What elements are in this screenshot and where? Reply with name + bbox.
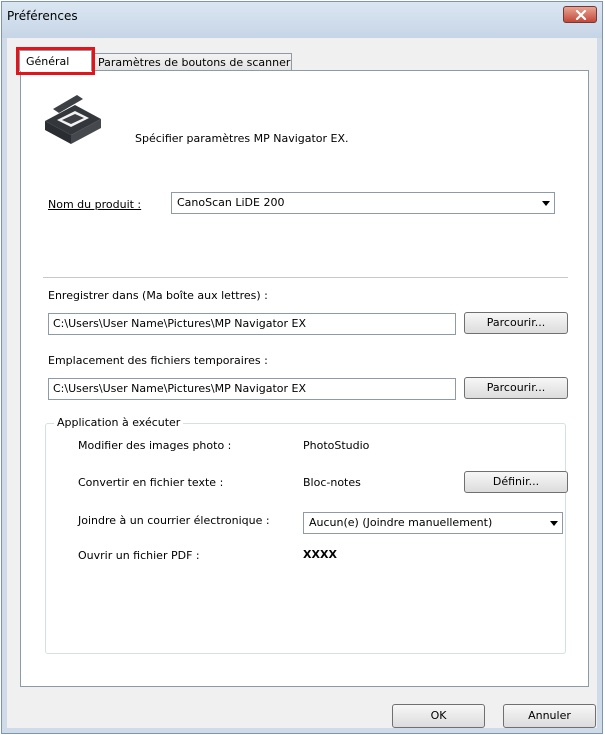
separator: [43, 277, 568, 279]
preferences-window: Préférences Général Paramètres de bouton…: [1, 1, 603, 734]
open-pdf-value: XXXX: [303, 548, 337, 561]
general-tab-panel: Spécifier paramètres MP Navigator EX. No…: [20, 70, 589, 687]
temp-location-label: Emplacement des fichiers temporaires :: [48, 354, 268, 367]
temp-location-field[interactable]: C:\Users\User Name\Pictures\MP Navigator…: [48, 378, 456, 400]
product-select-value: CanoScan LiDE 200: [177, 196, 285, 209]
apps-group-title: Application à exécuter: [54, 416, 184, 429]
convert-text-define-button[interactable]: Définir...: [464, 471, 568, 493]
dialog-client-area: Général Paramètres de boutons de scanner…: [7, 38, 597, 728]
attach-email-select[interactable]: Aucun(e) (Joindre manuellement): [303, 512, 563, 534]
close-icon: [575, 10, 587, 20]
attach-email-label: Joindre à un courrier électronique :: [78, 514, 270, 527]
temp-location-value: C:\Users\User Name\Pictures\MP Navigator…: [53, 382, 307, 395]
save-location-label: Enregistrer dans (Ma boîte aux lettres) …: [48, 289, 268, 302]
chevron-down-icon: [542, 201, 550, 206]
product-label: Nom du produit :: [48, 198, 142, 211]
header-description: Spécifier paramètres MP Navigator EX.: [135, 132, 349, 145]
tab-highlight-box: [16, 47, 95, 75]
apps-group: [45, 423, 566, 654]
window-title: Préférences: [7, 9, 78, 23]
chevron-down-icon: [550, 521, 558, 526]
cancel-button[interactable]: Annuler: [503, 704, 596, 728]
edit-photo-value: PhotoStudio: [303, 439, 370, 452]
convert-text-label: Convertir en fichier texte :: [78, 476, 224, 489]
save-location-browse-button[interactable]: Parcourir...: [464, 312, 568, 334]
product-select[interactable]: CanoScan LiDE 200: [171, 192, 555, 214]
ok-button[interactable]: OK: [392, 704, 485, 728]
save-location-field[interactable]: C:\Users\User Name\Pictures\MP Navigator…: [48, 313, 456, 335]
close-button[interactable]: [563, 6, 597, 23]
open-pdf-label: Ouvrir un fichier PDF :: [78, 549, 200, 562]
tab-scanner-buttons[interactable]: Paramètres de boutons de scanner: [92, 53, 292, 71]
tab-scanner-buttons-label: Paramètres de boutons de scanner: [98, 56, 291, 69]
convert-text-value: Bloc-notes: [303, 476, 361, 489]
save-location-value: C:\Users\User Name\Pictures\MP Navigator…: [53, 317, 307, 330]
edit-photo-label: Modifier des images photo :: [78, 439, 232, 452]
scanner-icon: [45, 95, 101, 144]
temp-location-browse-button[interactable]: Parcourir...: [464, 377, 568, 399]
title-bar[interactable]: Préférences: [2, 2, 602, 38]
attach-email-select-value: Aucun(e) (Joindre manuellement): [309, 516, 493, 529]
